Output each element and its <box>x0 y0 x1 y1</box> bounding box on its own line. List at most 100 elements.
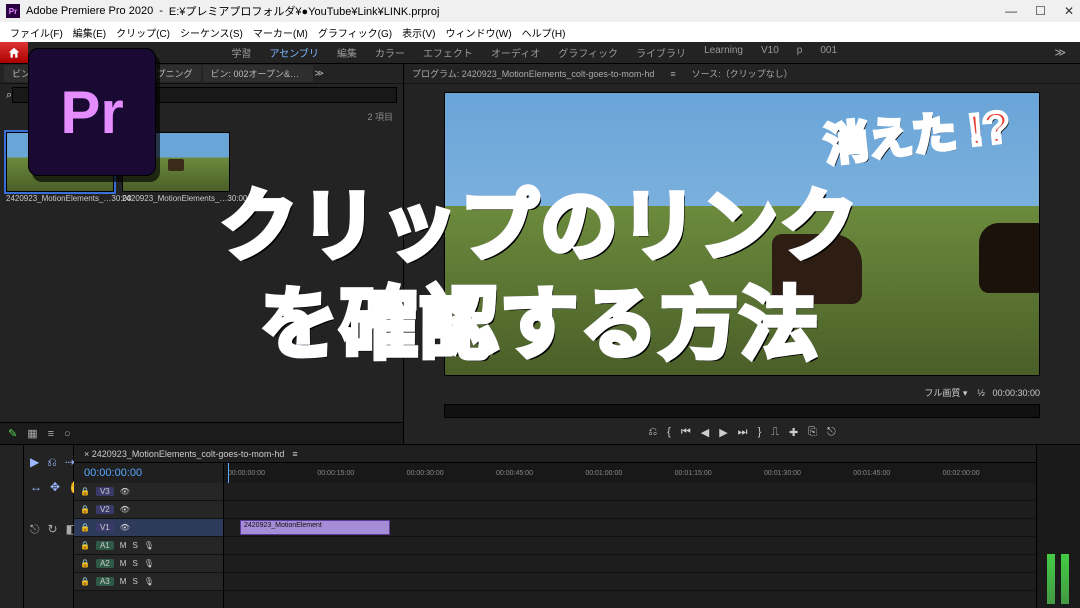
panel-menu-button[interactable]: ≡ <box>292 449 297 459</box>
workspace-tab-effects[interactable]: エフェクト <box>423 45 473 60</box>
audio-meter <box>1036 445 1080 608</box>
lock-icon[interactable]: 🔒 <box>80 523 90 532</box>
time-ruler[interactable]: 00:00:00:00 00:00:15:00 00:00:30:00 00:0… <box>224 463 1036 483</box>
timeline-tracks[interactable]: 2420923_MotionElement <box>224 483 1036 608</box>
tools-panel: ▶ ⎌ ⇢ ✂ ↔ ✥ ✋ T ⎋ ↻ ◧ ✚ 🔧 <box>24 445 74 608</box>
workspace-tab-color[interactable]: カラー <box>375 45 405 60</box>
extract-button[interactable]: ✚ <box>789 426 798 439</box>
eye-icon[interactable]: 👁 <box>120 523 130 532</box>
app-name: Adobe Premiere Pro 2020 <box>26 5 153 17</box>
solo-button[interactable]: S <box>132 577 137 586</box>
track-header-a2[interactable]: 🔒A2MS🎙 <box>74 555 223 573</box>
timeline-clip[interactable]: 2420923_MotionElement <box>240 520 390 535</box>
solo-button[interactable]: S <box>132 559 137 568</box>
meter-bar-left <box>1047 554 1055 604</box>
menu-help[interactable]: ヘルプ(H) <box>518 25 570 40</box>
resolution-dropdown[interactable]: フル画質 ▾ <box>924 388 970 398</box>
track-header-a1[interactable]: 🔒A1MS🎙 <box>74 537 223 555</box>
export-frame-button[interactable]: ⎘ <box>808 426 817 439</box>
mark-in-button[interactable]: { <box>667 426 671 438</box>
workspace-tab-learning[interactable]: Learning <box>704 45 743 60</box>
snap-toggle[interactable]: ⎋ <box>30 522 40 537</box>
home-button[interactable] <box>0 42 28 63</box>
step-back-button[interactable]: ⏮ <box>681 426 691 439</box>
project-path: E:¥プレミアプロフォルダ¥●YouTube¥Link¥LINK.prproj <box>169 3 440 19</box>
lock-icon[interactable]: 🔒 <box>80 559 90 568</box>
solo-button[interactable]: S <box>132 541 137 550</box>
mic-icon[interactable]: 🎙 <box>144 577 154 586</box>
workspace-tab-v10[interactable]: V10 <box>761 45 779 60</box>
track-header-v1[interactable]: 🔒V1👁 <box>74 519 223 537</box>
lift-button[interactable]: ⎍ <box>771 426 779 439</box>
close-icon[interactable]: × <box>84 449 89 459</box>
track-header-a3[interactable]: 🔒A3MS🎙 <box>74 573 223 591</box>
track-header-v3[interactable]: 🔒V3👁 <box>74 483 223 501</box>
step-forward-button[interactable]: ⏭ <box>738 426 748 439</box>
selection-tool[interactable]: ▶ <box>30 455 39 470</box>
add-marker-button[interactable]: ⎌ <box>648 426 657 439</box>
playhead[interactable] <box>228 463 229 483</box>
meter-bar-right <box>1061 554 1069 604</box>
workspace-tab-p[interactable]: p <box>797 45 803 60</box>
timecode-display[interactable]: 00:00:00:00 <box>74 463 224 483</box>
menu-clip[interactable]: クリップ(C) <box>112 25 174 40</box>
lock-icon[interactable]: 🔒 <box>80 505 90 514</box>
source-tab[interactable]: ソース:（クリップなし） <box>692 67 793 80</box>
mute-button[interactable]: M <box>120 559 127 568</box>
play-backward-button[interactable]: ◀ <box>701 426 709 439</box>
lock-icon[interactable]: 🔒 <box>80 577 90 586</box>
window-close-button[interactable]: ✕ <box>1064 4 1074 18</box>
list-view-button[interactable]: ≡ <box>48 428 54 440</box>
track-select-tool[interactable]: ⎌ <box>47 455 57 470</box>
home-icon <box>7 46 21 60</box>
play-button[interactable]: ▶ <box>719 426 727 439</box>
workspace-tab-edit[interactable]: 編集 <box>337 45 357 60</box>
menu-sequence[interactable]: シーケンス(S) <box>176 25 247 40</box>
sort-button[interactable]: ○ <box>64 428 71 440</box>
button-editor-button[interactable]: ⎋ <box>827 426 836 439</box>
menu-edit[interactable]: 編集(E) <box>69 25 110 40</box>
sequence-tab[interactable]: × 2420923_MotionElements_colt-goes-to-mo… <box>84 449 284 459</box>
timeline-panel: × 2420923_MotionElements_colt-goes-to-mo… <box>74 445 1036 608</box>
mic-icon[interactable]: 🎙 <box>144 541 154 550</box>
slip-tool[interactable]: ↔ <box>30 480 42 494</box>
track-header-v2[interactable]: 🔒V2👁 <box>74 501 223 519</box>
lock-icon[interactable]: 🔒 <box>80 541 90 550</box>
workspace-tab-001[interactable]: 001 <box>820 45 837 60</box>
program-tab[interactable]: プログラム: 2420923_MotionElements_colt-goes-… <box>412 67 654 80</box>
menu-window[interactable]: ウィンドウ(W) <box>441 25 515 40</box>
window-titlebar: Pr Adobe Premiere Pro 2020 - E:¥プレミアプロフォ… <box>0 0 1080 22</box>
linked-sel-toggle[interactable]: ↻ <box>48 522 58 537</box>
workspace-tab-audio[interactable]: オーディオ <box>491 45 540 60</box>
lock-icon[interactable]: 🔒 <box>80 487 90 496</box>
menu-marker[interactable]: マーカー(M) <box>249 25 312 40</box>
sequence-duration: 00:00:30:00 <box>992 388 1040 398</box>
panel-menu-button[interactable]: ≡ <box>670 69 675 79</box>
eye-icon[interactable]: 👁 <box>120 505 130 514</box>
workspace-tab-assembly[interactable]: アセンブリ <box>269 45 319 60</box>
pen-icon[interactable]: ✎ <box>8 427 17 440</box>
workspace-tab-library[interactable]: ライブラリ <box>636 45 686 60</box>
window-maximize-button[interactable]: ☐ <box>1035 4 1046 18</box>
bin-tab[interactable]: ビン: 002オープン&エンディン… <box>203 65 313 82</box>
workspace-tab-learn[interactable]: 学習 <box>231 45 251 60</box>
workspace-bar: 学習 アセンブリ 編集 カラー エフェクト オーディオ グラフィック ライブラリ… <box>0 42 1080 64</box>
menu-graphic[interactable]: グラフィック(G) <box>314 25 396 40</box>
half-res-icon[interactable]: ½ <box>977 388 985 398</box>
bin-overflow-button[interactable]: ≫ <box>315 68 324 79</box>
program-scrubber[interactable] <box>444 404 1040 418</box>
mute-button[interactable]: M <box>120 577 127 586</box>
mic-icon[interactable]: 🎙 <box>144 559 154 568</box>
premiere-logo: Pr <box>28 48 156 176</box>
eye-icon[interactable]: 👁 <box>120 487 130 496</box>
mute-button[interactable]: M <box>120 541 127 550</box>
window-minimize-button[interactable]: — <box>1005 4 1017 18</box>
mark-out-button[interactable]: } <box>758 426 762 438</box>
workspace-overflow-button[interactable]: ≫ <box>1040 46 1080 59</box>
pen-tool[interactable]: ✥ <box>50 480 60 494</box>
menu-file[interactable]: ファイル(F) <box>6 25 67 40</box>
menu-view[interactable]: 表示(V) <box>398 25 439 40</box>
icon-view-button[interactable]: ▦ <box>27 427 37 440</box>
workspace-tab-graphics[interactable]: グラフィック <box>558 45 618 60</box>
chevron-down-icon: ▾ <box>963 388 968 398</box>
